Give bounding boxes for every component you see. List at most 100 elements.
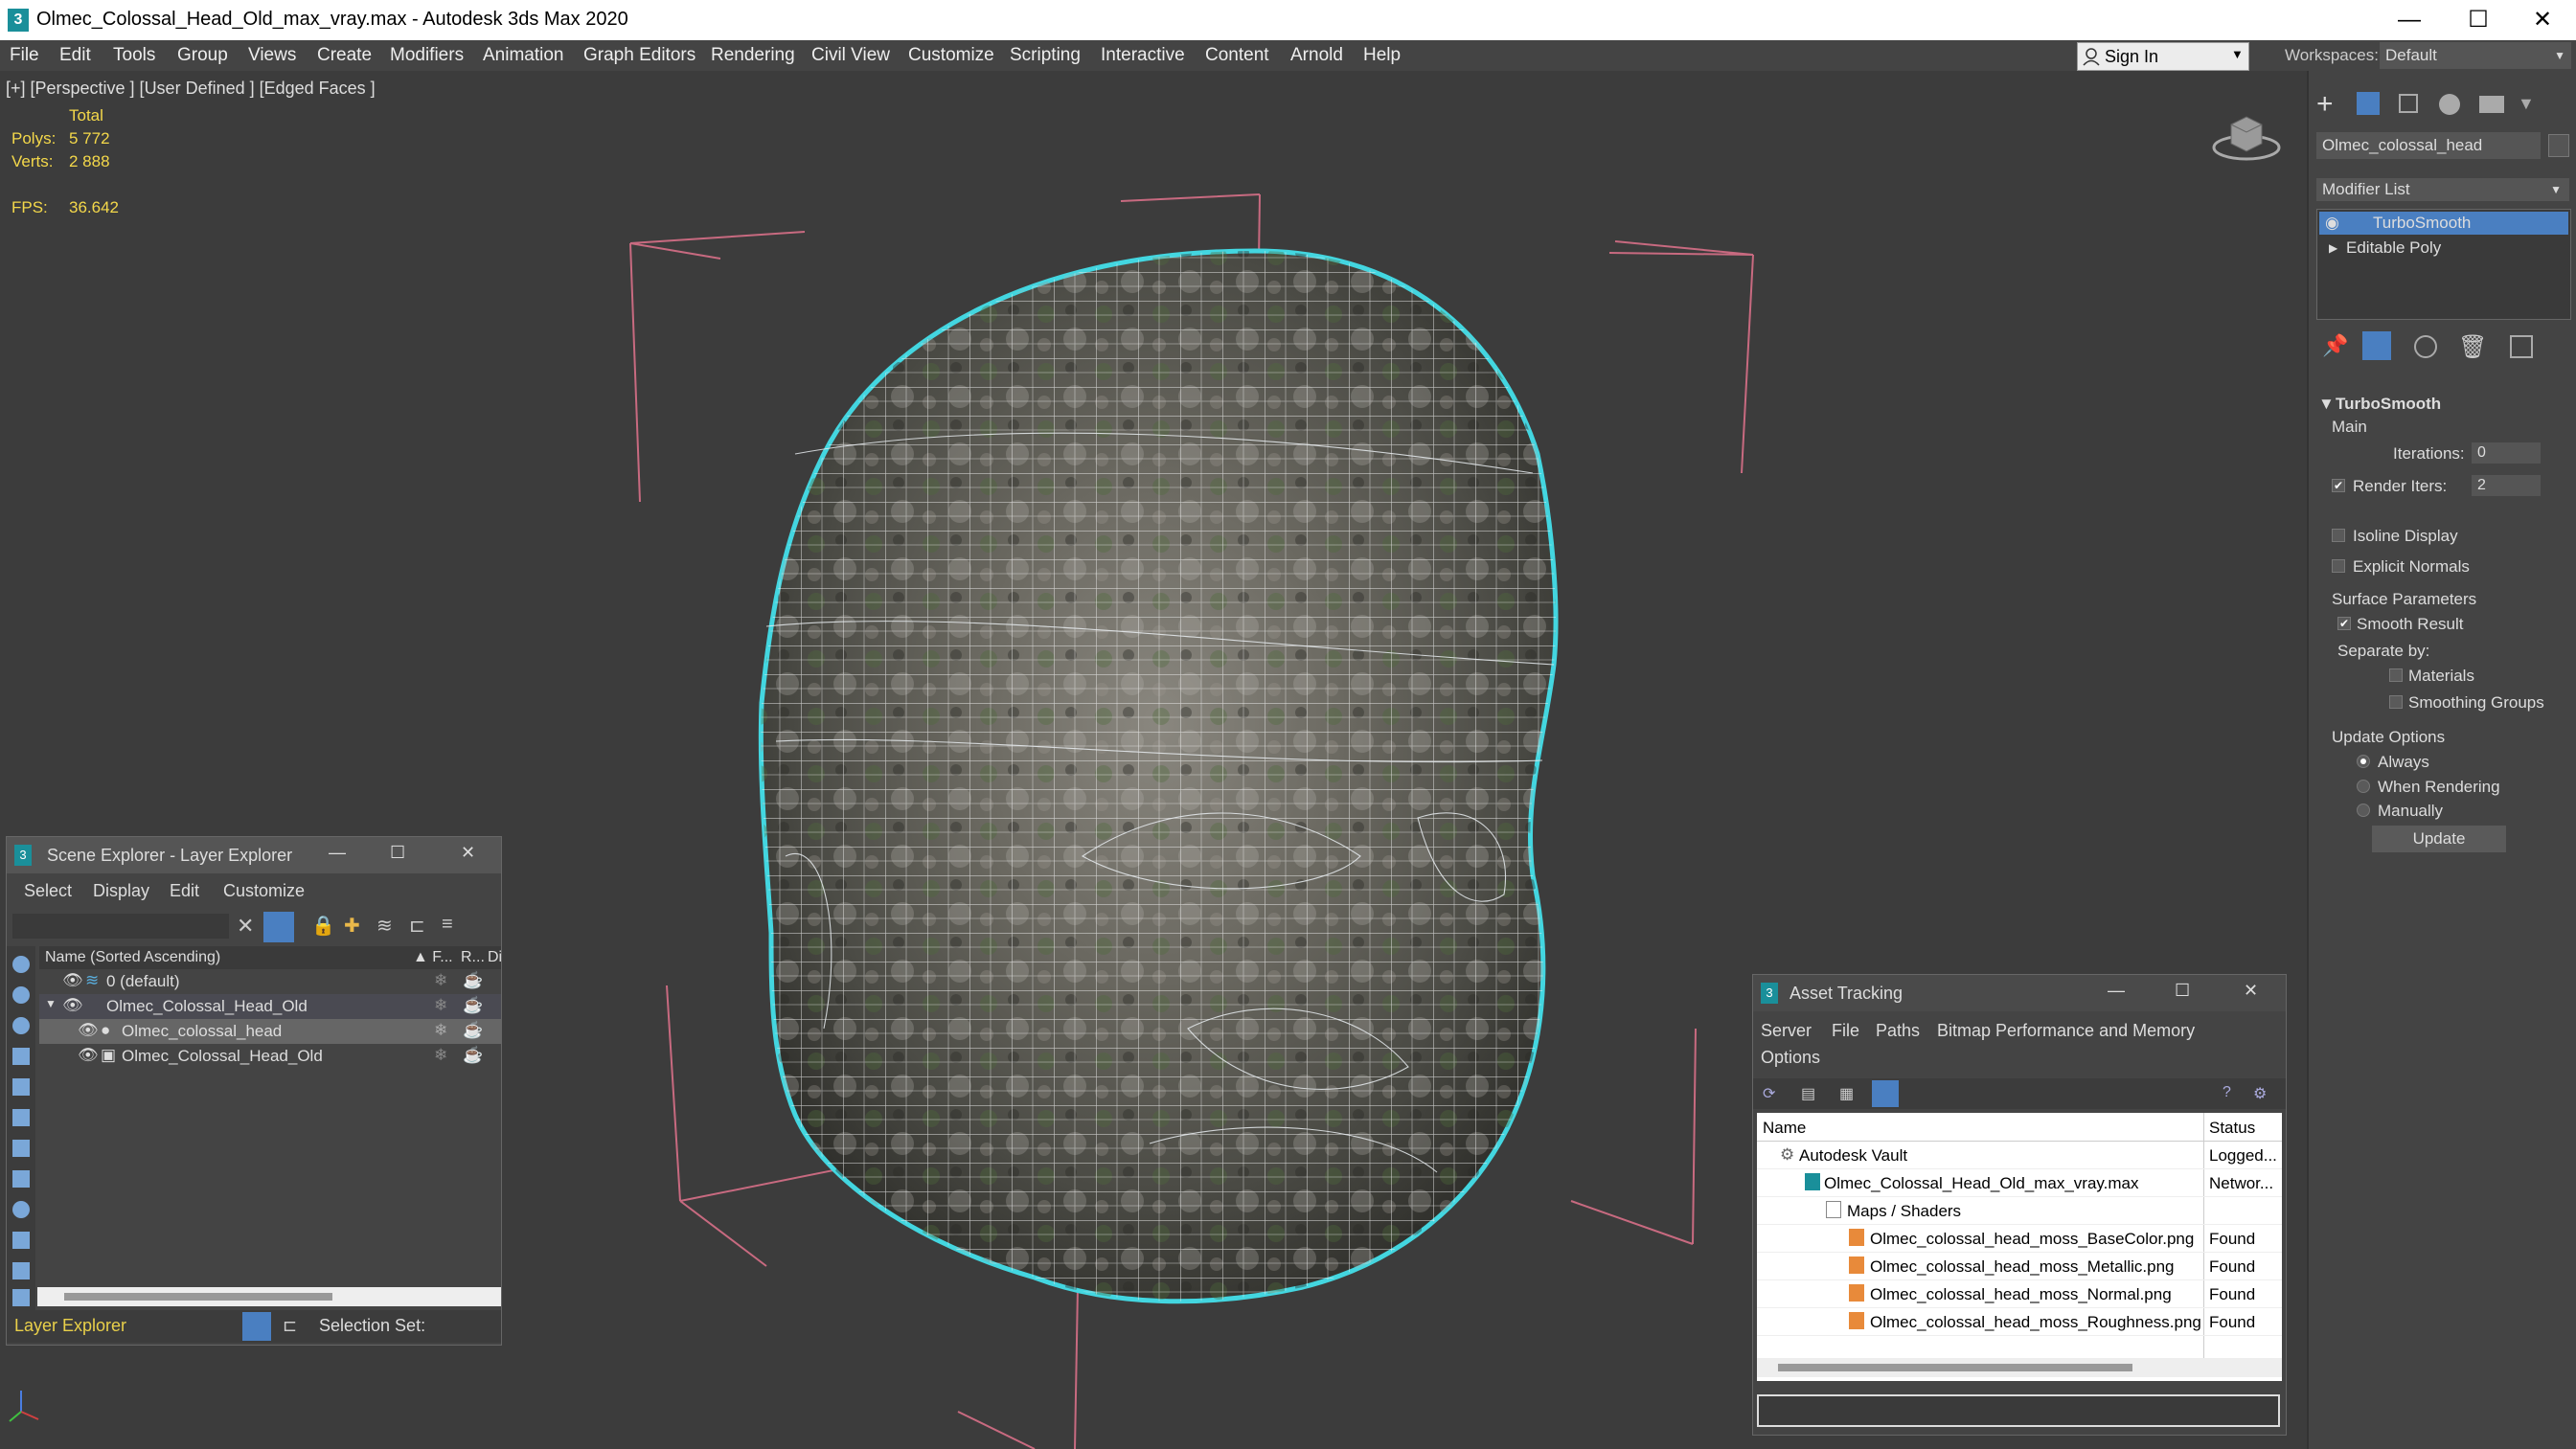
geometry-icon[interactable]	[12, 986, 30, 1004]
explicit-normals-checkbox[interactable]	[2332, 559, 2345, 573]
menu-civil-view[interactable]: Civil View	[811, 45, 890, 66]
freeze-icon[interactable]: ❄	[434, 971, 447, 990]
menu-file[interactable]: File	[1832, 1021, 1859, 1041]
layer-stack-icon[interactable]: ≡	[442, 914, 453, 936]
search-input[interactable]	[12, 914, 229, 939]
eye-icon[interactable]: ◉	[2325, 212, 2339, 235]
menu-arnold[interactable]: Arnold	[1290, 45, 1343, 66]
table-row[interactable]: Olmec_colossal_head_moss_Normal.png Foun…	[1757, 1279, 2282, 1308]
explorer-type-dropdown[interactable]: Layer Explorer	[14, 1316, 126, 1336]
iterations-spinner[interactable]: 0	[2472, 442, 2541, 464]
menu-graph-editors[interactable]: Graph Editors	[583, 45, 695, 66]
filter-icon[interactable]	[263, 912, 294, 942]
expand-arrow-icon[interactable]: ▼	[45, 997, 57, 1010]
eye-icon[interactable]: 👁	[62, 996, 83, 1015]
list-item[interactable]: 👁 ● Olmec_colossal_head ❄ ☕	[39, 1019, 501, 1044]
menu-rendering[interactable]: Rendering	[711, 45, 795, 66]
add-layer-icon[interactable]: ✚	[344, 914, 360, 938]
menu-server[interactable]: Server	[1761, 1021, 1812, 1041]
column-render[interactable]: R...	[461, 949, 485, 966]
asset-path-field[interactable]	[1757, 1394, 2280, 1427]
cameras-icon[interactable]	[12, 1078, 30, 1096]
column-name[interactable]: Name (Sorted Ascending)	[45, 949, 220, 966]
lights-icon[interactable]	[12, 1048, 30, 1065]
refresh-icon[interactable]: ⟳	[1763, 1084, 1775, 1103]
table-row[interactable]: ⚙ Autodesk Vault Logged...	[1757, 1141, 2282, 1169]
select-all-icon[interactable]	[12, 1289, 30, 1306]
menu-group[interactable]: Group	[177, 45, 228, 66]
list-item[interactable]: 👁 ≋ 0 (default) ❄ ☕	[39, 969, 501, 994]
column-status[interactable]: Status	[2209, 1119, 2255, 1138]
freeze-icon[interactable]: ❄	[434, 1021, 447, 1040]
maximize-button[interactable]: ☐	[2445, 0, 2512, 40]
settings-icon[interactable]: ⚙	[2253, 1084, 2267, 1103]
rollout-title[interactable]: TurboSmooth	[2336, 395, 2441, 414]
shapes-icon[interactable]	[12, 1017, 30, 1034]
grid-view-icon[interactable]	[1872, 1080, 1899, 1107]
menu-help[interactable]: Help	[1363, 45, 1401, 66]
scene-explorer-titlebar[interactable]: 3 Scene Explorer - Layer Explorer — ☐ ✕	[7, 837, 501, 873]
horizontal-scrollbar[interactable]	[37, 1287, 501, 1306]
menu-paths[interactable]: Paths	[1876, 1021, 1920, 1041]
show-end-result-icon[interactable]	[2362, 331, 2391, 360]
column-name[interactable]: Name	[1763, 1119, 1806, 1138]
containers-icon[interactable]	[12, 1262, 30, 1279]
menu-animation[interactable]: Animation	[483, 45, 564, 66]
render-iters-spinner[interactable]: 2	[2472, 475, 2541, 496]
manually-radio[interactable]	[2357, 804, 2370, 817]
layers-icon[interactable]: ≋	[376, 914, 393, 938]
expand-arrow-icon[interactable]: ▶	[2329, 237, 2337, 260]
layers-toggle-icon[interactable]	[242, 1312, 271, 1341]
workspaces-dropdown[interactable]: Default ▼	[2380, 42, 2571, 69]
menu-file[interactable]: File	[10, 45, 39, 66]
menu-create[interactable]: Create	[317, 45, 372, 66]
table-row[interactable]: Olmec_colossal_head_moss_Metallic.png Fo…	[1757, 1252, 2282, 1280]
groups-icon[interactable]	[12, 1170, 30, 1188]
menu-customize[interactable]: Customize	[908, 45, 994, 66]
menu-edit[interactable]: Edit	[170, 881, 199, 901]
modifier-list-dropdown[interactable]: Modifier List ▼	[2316, 178, 2569, 201]
minimize-button[interactable]: —	[329, 843, 346, 863]
close-button[interactable]: ✕	[2509, 0, 2576, 40]
table-row[interactable]: Maps / Shaders	[1757, 1196, 2282, 1225]
clear-search-icon[interactable]: ✕	[237, 914, 254, 939]
close-button[interactable]: ✕	[2244, 981, 2258, 1001]
table-icon[interactable]: ▦	[1839, 1084, 1854, 1103]
render-icon[interactable]: ☕	[463, 996, 483, 1015]
eye-icon[interactable]: 👁	[62, 971, 83, 990]
make-unique-icon[interactable]	[2414, 335, 2437, 358]
eye-icon[interactable]: 👁	[78, 1021, 99, 1040]
sign-in-button[interactable]: Sign In ▼	[2077, 42, 2249, 71]
menu-tools[interactable]: Tools	[113, 45, 155, 66]
configure-sets-icon[interactable]	[2510, 335, 2533, 358]
scrollbar-thumb[interactable]	[64, 1293, 332, 1301]
freeze-icon[interactable]: ❄	[434, 996, 447, 1015]
smoothing-groups-checkbox[interactable]	[2389, 695, 2403, 709]
menu-scripting[interactable]: Scripting	[1010, 45, 1081, 66]
menu-select[interactable]: Select	[24, 881, 72, 901]
trash-icon[interactable]: 🗑	[2458, 333, 2487, 361]
menu-views[interactable]: Views	[248, 45, 296, 66]
menu-options[interactable]: Options	[1761, 1048, 1820, 1068]
table-row[interactable]: Olmec_Colossal_Head_Old_max_vray.max Net…	[1757, 1168, 2282, 1197]
isoline-display-checkbox[interactable]	[2332, 529, 2345, 542]
object-color-swatch[interactable]	[2548, 134, 2569, 157]
render-icon[interactable]: ☕	[463, 971, 483, 990]
horizontal-scrollbar[interactable]	[1757, 1358, 2282, 1377]
freeze-icon[interactable]: ❄	[434, 1046, 447, 1065]
table-row[interactable]: Olmec_colossal_head_moss_BaseColor.png F…	[1757, 1224, 2282, 1253]
display-none-icon[interactable]	[12, 956, 30, 973]
asset-tracking-titlebar[interactable]: 3 Asset Tracking — ☐ ✕	[1753, 975, 2286, 1011]
table-row[interactable]: Olmec_colossal_head_moss_Roughness.png F…	[1757, 1307, 2282, 1336]
menu-display[interactable]: Display	[93, 881, 149, 901]
menu-content[interactable]: Content	[1205, 45, 1269, 66]
menu-modifiers[interactable]: Modifiers	[390, 45, 464, 66]
motion-tab-icon[interactable]	[2439, 94, 2460, 115]
render-icon[interactable]: ☕	[463, 1046, 483, 1065]
object-name-field[interactable]: Olmec_colossal_head	[2316, 132, 2541, 159]
help-icon[interactable]: ?	[2223, 1084, 2231, 1101]
space-warps-icon[interactable]	[12, 1140, 30, 1157]
viewcube-icon[interactable]	[2208, 107, 2285, 165]
stack-item-editable-poly[interactable]: ▶ Editable Poly	[2319, 237, 2568, 260]
hierarchy-icon[interactable]: ⊏	[409, 914, 425, 938]
